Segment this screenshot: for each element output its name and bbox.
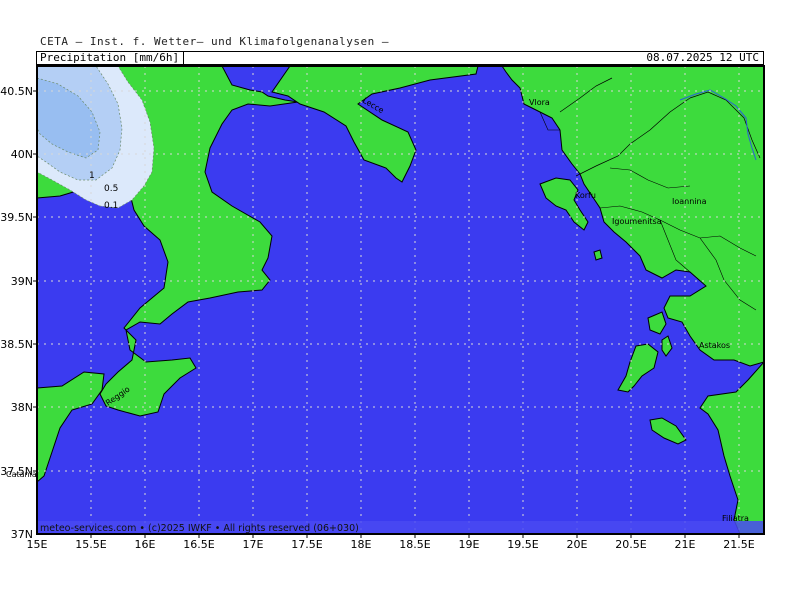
x-tick-label: 20.5E	[615, 538, 646, 551]
y-tick-label: 39.5N	[0, 211, 33, 224]
contour-label-0.5: 0.5	[104, 184, 118, 194]
place-ioannina: Ioannina	[672, 197, 707, 206]
x-axis: 15E 15.5E 16E 16.5E 17E 17.5E 18E 18.5E …	[27, 538, 755, 551]
x-tick-label: 21E	[675, 538, 696, 551]
place-vlora: Vlora	[529, 98, 550, 107]
y-tick-label: 37N	[11, 528, 33, 541]
x-tick-label: 18E	[351, 538, 372, 551]
x-tick-label: 21.5E	[723, 538, 754, 551]
y-tick-label: 40N	[11, 148, 33, 161]
x-tick-label: 18.5E	[399, 538, 430, 551]
x-tick-label: 15.5E	[75, 538, 106, 551]
place-igoumenitsa: Igoumenitsa	[612, 217, 662, 226]
x-tick-label: 17E	[243, 538, 264, 551]
y-tick-label: 38N	[11, 401, 33, 414]
x-tick-label: 17.5E	[291, 538, 322, 551]
place-korfu: Korfu	[575, 191, 596, 200]
x-tick-label: 19.5E	[507, 538, 538, 551]
land-paxos	[593, 249, 603, 261]
place-filiatra: Filiatra	[722, 514, 749, 523]
x-tick-label: 16E	[135, 538, 156, 551]
y-tick-label: 39N	[11, 275, 33, 288]
place-astakos: Astakos	[699, 341, 730, 350]
y-tick-label: 37.5N	[0, 465, 33, 478]
x-tick-label: 20E	[567, 538, 588, 551]
copyright-footer: meteo-services.com • (c)2025 IWKF • All …	[40, 523, 359, 534]
contour-label-1: 1	[89, 171, 95, 181]
y-tick-label: 38.5N	[0, 338, 33, 351]
y-axis: 40.5N 40N 39.5N 39N 38.5N 38N 37.5N 37N	[0, 85, 33, 541]
y-tick-label: 40.5N	[0, 85, 33, 98]
precipitation-map: 1 0.5 0.1 Lecce Vlora Korfu Igoumenitsa …	[0, 65, 765, 551]
contour-label-0.1: 0.1	[104, 201, 118, 211]
x-tick-label: 19E	[459, 538, 480, 551]
x-tick-label: 16.5E	[183, 538, 214, 551]
